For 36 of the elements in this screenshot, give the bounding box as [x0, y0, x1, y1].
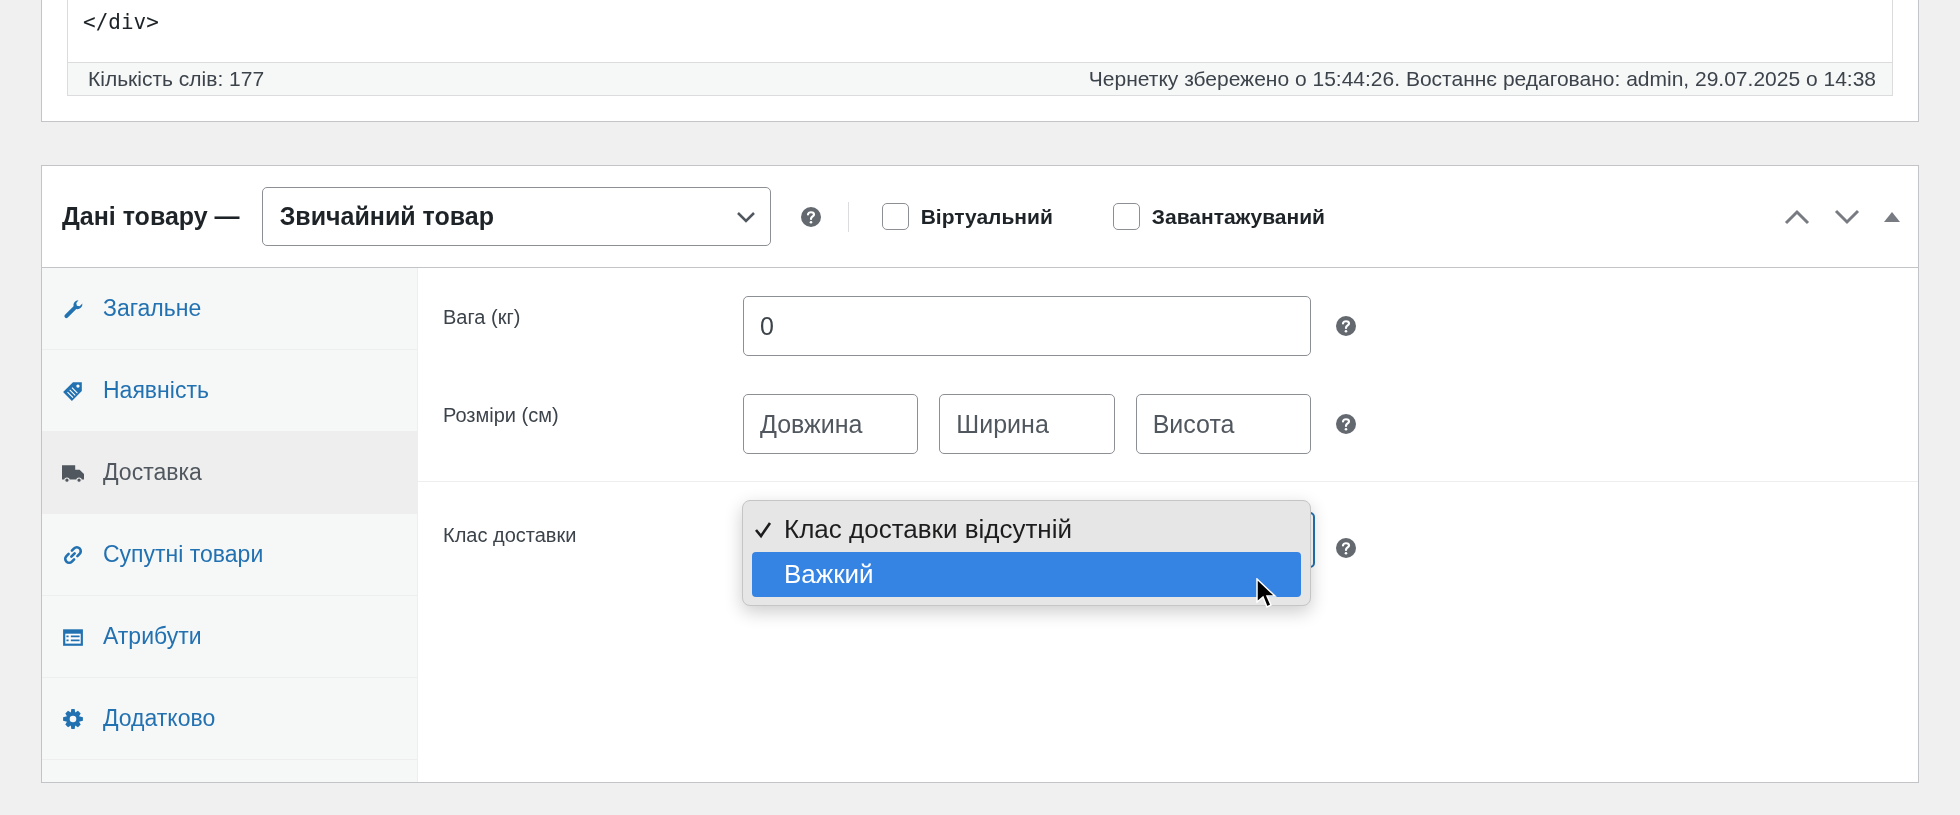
sidebar-tab[interactable]: Супутні товари — [42, 514, 417, 596]
draft-status: Чернетку збережено о 15:44:26. Востаннє редаговано: admin, 29.07.2025 о 14:38 — [1088, 67, 1876, 91]
word-count: Кількість слів: 177 — [88, 67, 265, 91]
link-icon — [62, 543, 84, 566]
input-field[interactable]: Висота — [1135, 394, 1311, 454]
sidebar-tab[interactable]: Загальне — [42, 268, 417, 350]
wrench-icon — [62, 297, 84, 320]
tag-icon — [62, 379, 84, 402]
chevron-down-icon — [735, 210, 756, 223]
dropdown-option[interactable]: Важкий — [752, 552, 1301, 597]
field-label: Вага (кг) — [443, 305, 522, 329]
checkbox-label: Віртуальний — [920, 204, 1053, 229]
gear-icon — [62, 707, 84, 730]
help-icon — [1336, 316, 1356, 336]
dropdown-option[interactable]: Клас доставки відсутній — [752, 507, 1301, 552]
chevron-up-icon — [1784, 208, 1810, 225]
sidebar-tab[interactable]: Атрибути — [42, 596, 417, 678]
sidebar-tab[interactable]: Доставка — [42, 432, 417, 514]
triangle-up-icon — [1884, 210, 1900, 223]
code-text: </div> — [83, 10, 160, 34]
checkbox-label: Завантажуваний — [1151, 204, 1325, 229]
input-field[interactable]: Довжина — [743, 394, 919, 454]
input-field[interactable]: Ширина — [939, 394, 1115, 454]
chevron-down-icon — [1834, 208, 1860, 225]
sidebar-tab[interactable]: Додатково — [42, 678, 417, 760]
help-icon — [1336, 538, 1356, 558]
input-field[interactable]: 0 — [743, 296, 1311, 356]
panel-title: Дані товару — — [62, 202, 240, 231]
help-icon — [800, 206, 821, 227]
checkbox[interactable] — [1112, 203, 1140, 230]
field-label: Розміри (см) — [443, 403, 560, 427]
check-icon — [754, 520, 772, 539]
checkbox[interactable] — [881, 203, 909, 230]
product-type-select[interactable]: Звичайний товар — [261, 187, 771, 246]
field-label: Клас доставки — [443, 523, 578, 547]
help-icon — [1336, 414, 1356, 434]
